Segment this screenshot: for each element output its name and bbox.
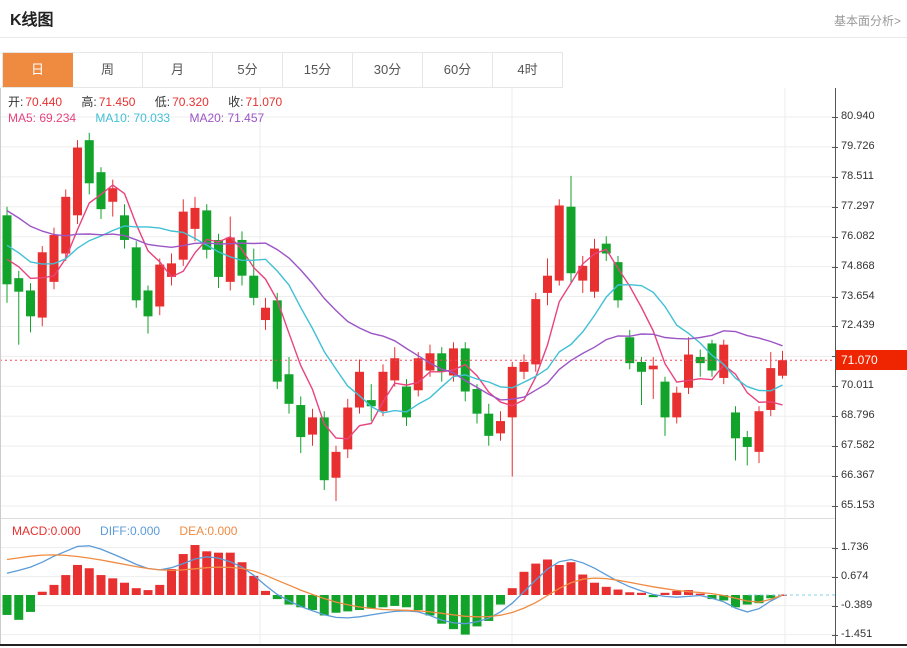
page-title: K线图 (10, 6, 54, 30)
axis-tick (832, 416, 838, 417)
axis-tick (832, 177, 838, 178)
ma20-legend: MA20: 71.457 (189, 111, 264, 125)
axis-tick (832, 548, 838, 549)
ma-legend: MA5: 69.234 MA10: 70.033 MA20: 71.457 (8, 111, 280, 125)
axis-tick (832, 117, 838, 118)
ma5-legend: MA5: 69.234 (8, 111, 76, 125)
period-tabs: 日周月5分15分30分60分4时 (2, 52, 563, 88)
fundamental-analysis-link[interactable]: 基本面分析> (834, 12, 901, 29)
price-axis-label: -1.451 (841, 628, 903, 640)
current-price-tag: 71.070 (836, 350, 907, 370)
axis-tick (832, 606, 838, 607)
axis-tick (832, 386, 838, 387)
price-axis-label: 65.153 (841, 499, 903, 511)
tab-5分[interactable]: 5分 (213, 53, 283, 87)
price-axis-label: 79.726 (841, 140, 903, 152)
chart-area: 开:70.440 高:71.450 低:70.320 收:71.070 MA5:… (0, 88, 907, 646)
chart-bottom-border (0, 644, 907, 646)
macd-legend: MACD:0.000 DIFF:0.000 DEA:0.000 (12, 524, 253, 538)
price-axis-label: 68.796 (841, 409, 903, 421)
price-axis-label: 80.940 (841, 110, 903, 122)
tab-周[interactable]: 周 (73, 53, 143, 87)
open-value: 70.440 (25, 95, 62, 109)
price-axis-label: 73.654 (841, 290, 903, 302)
axis-tick (832, 446, 838, 447)
diff-value-legend: DIFF:0.000 (100, 524, 160, 538)
tab-60分[interactable]: 60分 (423, 53, 493, 87)
price-axis-label: -0.389 (841, 599, 903, 611)
high-value: 71.450 (99, 95, 136, 109)
axis-tick (832, 207, 838, 208)
high-label: 高: (81, 95, 96, 109)
tab-4时[interactable]: 4时 (493, 53, 562, 87)
price-axis-label: 66.367 (841, 469, 903, 481)
price-axis-label: 74.868 (841, 260, 903, 272)
axis-tick (832, 267, 838, 268)
tab-30分[interactable]: 30分 (353, 53, 423, 87)
close-value: 71.070 (246, 95, 283, 109)
tab-15分[interactable]: 15分 (283, 53, 353, 87)
axis-tick (832, 237, 838, 238)
axis-tick (832, 635, 838, 636)
price-axis-label: 1.736 (841, 541, 903, 553)
price-axis-label: 67.582 (841, 439, 903, 451)
tab-月[interactable]: 月 (143, 53, 213, 87)
dea-value-legend: DEA:0.000 (179, 524, 237, 538)
ohlc-legend: 开:70.440 高:71.450 低:70.320 收:71.070 (8, 93, 298, 110)
price-axis-label: 0.674 (841, 570, 903, 582)
ma10-legend: MA10: 70.033 (95, 111, 170, 125)
open-label: 开: (8, 95, 23, 109)
price-axis-label: 77.297 (841, 200, 903, 212)
price-axis-label: 78.511 (841, 170, 903, 182)
candlestick-chart[interactable] (0, 88, 835, 518)
axis-tick (832, 297, 838, 298)
axis-tick (832, 326, 838, 327)
price-axis-label: 76.082 (841, 230, 903, 242)
price-axis-label: 70.011 (841, 379, 903, 391)
axis-tick (832, 506, 838, 507)
axis-tick (832, 577, 838, 578)
axis-tick (832, 476, 838, 477)
tab-日[interactable]: 日 (3, 53, 73, 87)
price-axis-label: 72.439 (841, 319, 903, 331)
axis-tick (832, 147, 838, 148)
chart-left-border (0, 88, 1, 646)
close-label: 收: (228, 95, 243, 109)
macd-value-legend: MACD:0.000 (12, 524, 81, 538)
header-divider (0, 37, 907, 38)
low-label: 低: (155, 95, 170, 109)
low-value: 70.320 (172, 95, 209, 109)
